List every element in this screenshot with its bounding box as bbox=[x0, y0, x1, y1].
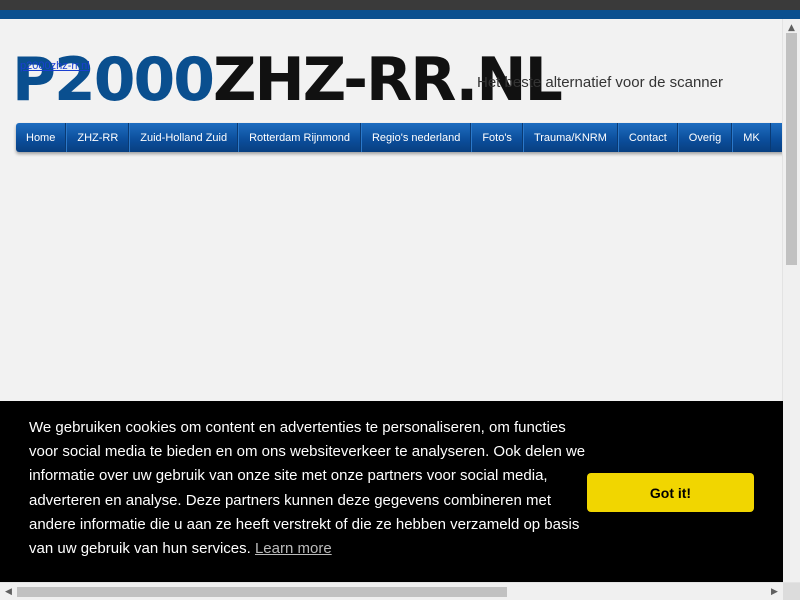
scroll-left-icon[interactable]: ◀ bbox=[0, 583, 17, 600]
cookie-message: We gebruiken cookies om content en adver… bbox=[29, 416, 594, 561]
main-navigation: Home ZHZ-RR Zuid-Holland Zuid Rotterdam … bbox=[16, 123, 784, 152]
scrollbar-corner bbox=[783, 583, 800, 600]
top-dark-bar bbox=[0, 0, 800, 10]
top-blue-bar bbox=[0, 10, 800, 19]
vertical-scrollbar[interactable]: ▲ bbox=[782, 19, 800, 583]
nav-item-contact[interactable]: Contact bbox=[617, 123, 678, 152]
nav-item-mk[interactable]: MK bbox=[732, 123, 771, 152]
nav-item-fotos[interactable]: Foto's bbox=[471, 123, 523, 152]
cookie-banner: We gebruiken cookies om content en adver… bbox=[0, 401, 783, 583]
horizontal-scrollbar[interactable]: ◀ ▶ bbox=[0, 582, 800, 600]
scroll-right-icon[interactable]: ▶ bbox=[766, 583, 783, 600]
nav-item-trauma-knrm[interactable]: Trauma/KNRM bbox=[522, 123, 618, 152]
nav-item-overig[interactable]: Overig bbox=[677, 123, 733, 152]
horizontal-scroll-thumb[interactable] bbox=[17, 587, 507, 597]
nav-item-zuid-holland-zuid[interactable]: Zuid-Holland Zuid bbox=[129, 123, 239, 152]
learn-more-link[interactable]: Learn more bbox=[255, 540, 332, 557]
logo-alt-link[interactable]: p2000zhz-rr.nl bbox=[20, 60, 90, 72]
nav-item-home[interactable]: Home bbox=[16, 123, 67, 152]
accept-cookies-button[interactable]: Got it! bbox=[587, 473, 754, 512]
nav-item-rotterdam-rijnmond[interactable]: Rotterdam Rijnmond bbox=[238, 123, 361, 152]
nav-item-zhz-rr[interactable]: ZHZ-RR bbox=[66, 123, 130, 152]
vertical-scroll-thumb[interactable] bbox=[786, 33, 797, 265]
logo-text-p2000: P2000 bbox=[12, 45, 215, 115]
site-tagline: Het beste alternatief voor de scanner bbox=[477, 74, 723, 91]
nav-item-regios-nederland[interactable]: Regio's nederland bbox=[360, 123, 472, 152]
cookie-message-text: We gebruiken cookies om content en adver… bbox=[29, 419, 586, 558]
